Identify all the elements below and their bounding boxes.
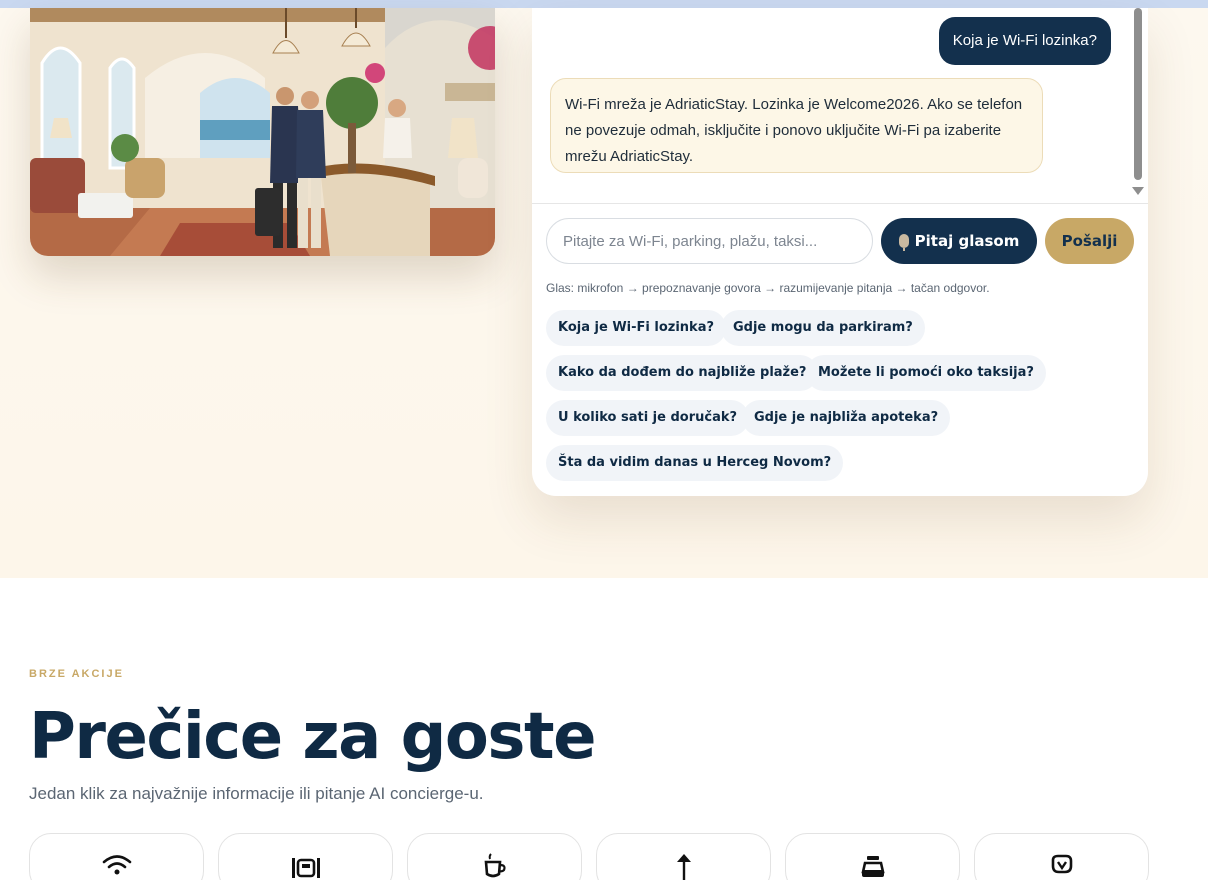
quick-action-cards: [29, 833, 1149, 880]
chat-log[interactable]: Koja je Wi-Fi lozinka? Wi-Fi mreža je Ad…: [532, 8, 1148, 204]
send-button[interactable]: Pošalji: [1045, 218, 1134, 264]
voice-pipeline-hint: Glas: mikrofon → prepoznavanje govora → …: [546, 281, 990, 295]
scroll-down-arrow-icon[interactable]: [1132, 187, 1144, 195]
ask-by-voice-label: Pitaj glasom: [914, 232, 1020, 250]
wifi-icon: [102, 855, 132, 875]
chat-input-row: Pitaj glasom Pošalji: [546, 218, 1136, 264]
bot-message-bubble: Wi-Fi mreža je AdriaticStay. Lozinka je …: [550, 78, 1043, 173]
beach-umbrella-icon: [677, 854, 691, 880]
quick-action-card-parking[interactable]: [218, 833, 393, 880]
concierge-chat-card: Koja je Wi-Fi lozinka? Wi-Fi mreža je Ad…: [532, 8, 1148, 496]
quick-action-card-wifi[interactable]: [29, 833, 204, 880]
suggestion-chip-taxi[interactable]: Možete li pomoći oko taksija?: [806, 355, 1046, 391]
section-title: Prečice za goste: [29, 700, 596, 774]
quick-action-card-taxi[interactable]: [785, 833, 960, 880]
ask-by-voice-button[interactable]: Pitaj glasom: [881, 218, 1037, 264]
suggestion-chip-sightseeing[interactable]: Šta da vidim danas u Herceg Novom?: [546, 445, 844, 481]
quick-action-card-coffee[interactable]: [407, 833, 582, 880]
pharmacy-icon: [1051, 854, 1073, 874]
scrollbar-thumb[interactable]: [1134, 8, 1142, 180]
coffee-icon: [484, 853, 506, 878]
taxi-icon: [861, 856, 885, 877]
microphone-icon: [898, 234, 909, 251]
chat-scrollbar[interactable]: [1132, 8, 1144, 203]
suggestion-chip-breakfast[interactable]: U koliko sati je doručak?: [546, 400, 750, 436]
section-eyebrow: BRZE AKCIJE: [29, 668, 124, 680]
quick-action-card-pharmacy[interactable]: [974, 833, 1149, 880]
suggestion-chip-beach[interactable]: Kako da dođem do najbliže plaže?: [546, 355, 819, 391]
browser-top-strip: [0, 0, 1208, 8]
quick-action-card-beach[interactable]: [596, 833, 771, 880]
parking-icon: [292, 858, 320, 878]
section-subtitle: Jedan klik za najvažnije informacije ili…: [29, 784, 484, 803]
suggestion-chip-parking[interactable]: Gdje mogu da parkiram?: [721, 310, 925, 346]
chat-question-input[interactable]: [546, 218, 873, 264]
user-message-bubble: Koja je Wi-Fi lozinka?: [938, 17, 1111, 65]
suggestion-chip-pharmacy[interactable]: Gdje je najbliža apoteka?: [742, 400, 951, 436]
hero-section: Koja je Wi-Fi lozinka? Wi-Fi mreža je Ad…: [0, 8, 1208, 578]
suggestion-chip-wifi[interactable]: Koja je Wi-Fi lozinka?: [546, 310, 727, 346]
hotel-lobby-photo: [30, 8, 495, 256]
